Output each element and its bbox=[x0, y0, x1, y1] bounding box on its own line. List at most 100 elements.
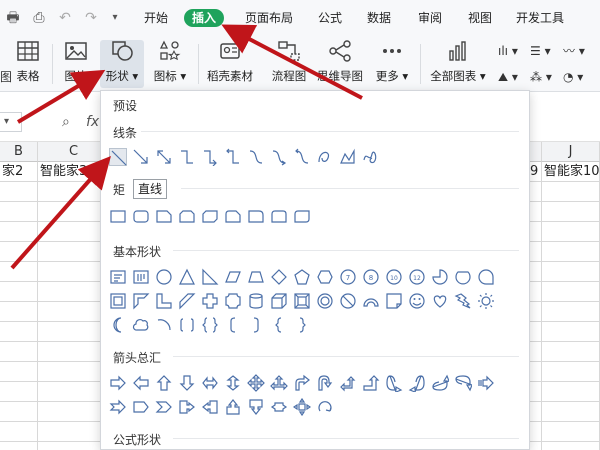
down-arrow-shape[interactable] bbox=[178, 374, 196, 392]
area-chart-icon[interactable]: ⛰ ▾ bbox=[498, 68, 518, 86]
column-header-j[interactable]: J bbox=[542, 142, 600, 162]
grid-cell[interactable] bbox=[542, 322, 600, 342]
grid-cell[interactable] bbox=[530, 382, 542, 402]
pentagon-arrow-shape[interactable] bbox=[132, 398, 150, 416]
grid-cell[interactable] bbox=[0, 202, 38, 222]
u-turn-arrow-shape[interactable] bbox=[316, 374, 334, 392]
left-right-arrow-shape[interactable] bbox=[201, 374, 219, 392]
freeform-shape[interactable] bbox=[339, 148, 357, 166]
grid-cell[interactable] bbox=[0, 322, 38, 342]
moon-shape[interactable] bbox=[109, 316, 127, 334]
rounded-rectangle-shape[interactable] bbox=[132, 207, 150, 225]
grid-cell[interactable] bbox=[0, 422, 38, 442]
elbow-connector-shape[interactable] bbox=[178, 148, 196, 166]
arrow-line-shape[interactable] bbox=[132, 148, 150, 166]
template-button[interactable]: 稻壳素材 bbox=[204, 40, 256, 88]
grid-cell[interactable] bbox=[542, 382, 600, 402]
grid-cell[interactable] bbox=[0, 362, 38, 382]
snip-round-shape[interactable] bbox=[224, 207, 242, 225]
right-arrow-shape[interactable] bbox=[109, 374, 127, 392]
tab-developer[interactable]: 开发工具 bbox=[516, 9, 564, 27]
grid-cell[interactable] bbox=[530, 342, 542, 362]
grid-cell[interactable] bbox=[0, 382, 38, 402]
quick-access-menu-icon[interactable]: ▾ bbox=[106, 9, 124, 27]
quad-arrow-shape[interactable] bbox=[247, 374, 265, 392]
double-brace-shape[interactable] bbox=[201, 316, 219, 334]
grid-cell[interactable] bbox=[0, 222, 38, 242]
grid-cell[interactable] bbox=[0, 242, 38, 262]
pie-chart-icon[interactable]: ◔ ▾ bbox=[563, 68, 583, 86]
all-charts-button[interactable]: 全部图表 ▾ bbox=[426, 40, 490, 88]
frame-shape[interactable] bbox=[109, 292, 127, 310]
grid-cell[interactable] bbox=[530, 262, 542, 282]
snip-same-side-shape[interactable] bbox=[178, 207, 196, 225]
right-bracket-shape[interactable] bbox=[247, 316, 265, 334]
up-arrow-shape[interactable] bbox=[155, 374, 173, 392]
snip-single-corner-shape[interactable] bbox=[155, 207, 173, 225]
elbow-arrow-connector-shape[interactable] bbox=[201, 148, 219, 166]
elbow-double-arrow-shape[interactable] bbox=[224, 148, 242, 166]
picture-button[interactable]: 图片 bbox=[58, 40, 94, 88]
grid-cell[interactable] bbox=[542, 262, 600, 282]
diagonal-stripe-shape[interactable] bbox=[178, 292, 196, 310]
grid-cell[interactable] bbox=[0, 402, 38, 422]
double-bracket-shape[interactable] bbox=[178, 316, 196, 334]
grid-cell[interactable] bbox=[0, 262, 38, 282]
grid-cell[interactable] bbox=[530, 242, 542, 262]
curved-connector-shape[interactable] bbox=[247, 148, 265, 166]
curved-up-arrow-shape[interactable] bbox=[431, 374, 449, 392]
diamond-shape[interactable] bbox=[270, 268, 288, 286]
grid-cell[interactable] bbox=[530, 442, 542, 450]
name-box[interactable]: ▾ bbox=[0, 112, 22, 132]
folded-corner-shape[interactable] bbox=[385, 292, 403, 310]
donut-shape[interactable] bbox=[316, 292, 334, 310]
grid-cell[interactable] bbox=[542, 362, 600, 382]
grid-cell[interactable] bbox=[542, 202, 600, 222]
snip-diagonal-shape[interactable] bbox=[201, 207, 219, 225]
pentagon-shape[interactable] bbox=[293, 268, 311, 286]
left-right-up-arrow-shape[interactable] bbox=[270, 374, 288, 392]
left-arrow-shape[interactable] bbox=[132, 374, 150, 392]
triangle-shape[interactable] bbox=[178, 268, 196, 286]
round-same-side-shape[interactable] bbox=[270, 207, 288, 225]
heart-shape[interactable] bbox=[431, 292, 449, 310]
redo-icon[interactable]: ↷ bbox=[82, 9, 100, 27]
tab-home[interactable]: 开始 bbox=[144, 9, 168, 27]
tab-review[interactable]: 审阅 bbox=[418, 9, 442, 27]
smiley-face-shape[interactable] bbox=[408, 292, 426, 310]
arc-shape[interactable] bbox=[155, 316, 173, 334]
straight-line-shape[interactable] bbox=[109, 148, 127, 166]
line-chart-icon[interactable]: 〰 ▾ bbox=[563, 42, 585, 60]
tab-insert[interactable]: 插入 bbox=[184, 9, 225, 27]
l-shape[interactable] bbox=[155, 292, 173, 310]
curved-left-arrow-shape[interactable] bbox=[408, 374, 426, 392]
column-chart-icon[interactable]: ılı ▾ bbox=[498, 42, 518, 60]
circular-arrow-shape[interactable] bbox=[316, 398, 334, 416]
tab-formulas[interactable]: 公式 bbox=[318, 9, 342, 27]
grid-cell[interactable] bbox=[542, 302, 600, 322]
teardrop-shape[interactable] bbox=[477, 268, 495, 286]
undo-icon[interactable]: ↶ bbox=[56, 9, 74, 27]
grid-cell[interactable] bbox=[530, 422, 542, 442]
curved-arrow-connector-shape[interactable] bbox=[270, 148, 288, 166]
cell-b1[interactable]: 家2 bbox=[0, 162, 38, 182]
bevel-shape[interactable] bbox=[293, 292, 311, 310]
name-box-dropdown-icon[interactable]: ▾ bbox=[4, 113, 9, 131]
bar-chart-h-icon[interactable]: ☰ ▾ bbox=[530, 42, 551, 60]
grid-cell[interactable] bbox=[0, 302, 38, 322]
grid-cell[interactable] bbox=[530, 282, 542, 302]
flowchart-button[interactable]: 流程图 bbox=[266, 40, 312, 88]
bent-up-arrow-shape[interactable] bbox=[362, 374, 380, 392]
can-shape[interactable] bbox=[247, 292, 265, 310]
cloud-shape[interactable] bbox=[132, 316, 150, 334]
fx-icon[interactable]: fx bbox=[86, 114, 99, 130]
grid-cell[interactable] bbox=[542, 182, 600, 202]
tab-view[interactable]: 视图 bbox=[468, 9, 492, 27]
quad-arrow-callout-shape[interactable] bbox=[293, 398, 311, 416]
grid-cell[interactable] bbox=[0, 282, 38, 302]
grid-cell[interactable] bbox=[542, 222, 600, 242]
more-button[interactable]: 更多 ▾ bbox=[372, 40, 412, 88]
plaque-shape[interactable] bbox=[224, 292, 242, 310]
curved-right-arrow-shape[interactable] bbox=[385, 374, 403, 392]
curved-down-arrow-shape[interactable] bbox=[454, 374, 472, 392]
